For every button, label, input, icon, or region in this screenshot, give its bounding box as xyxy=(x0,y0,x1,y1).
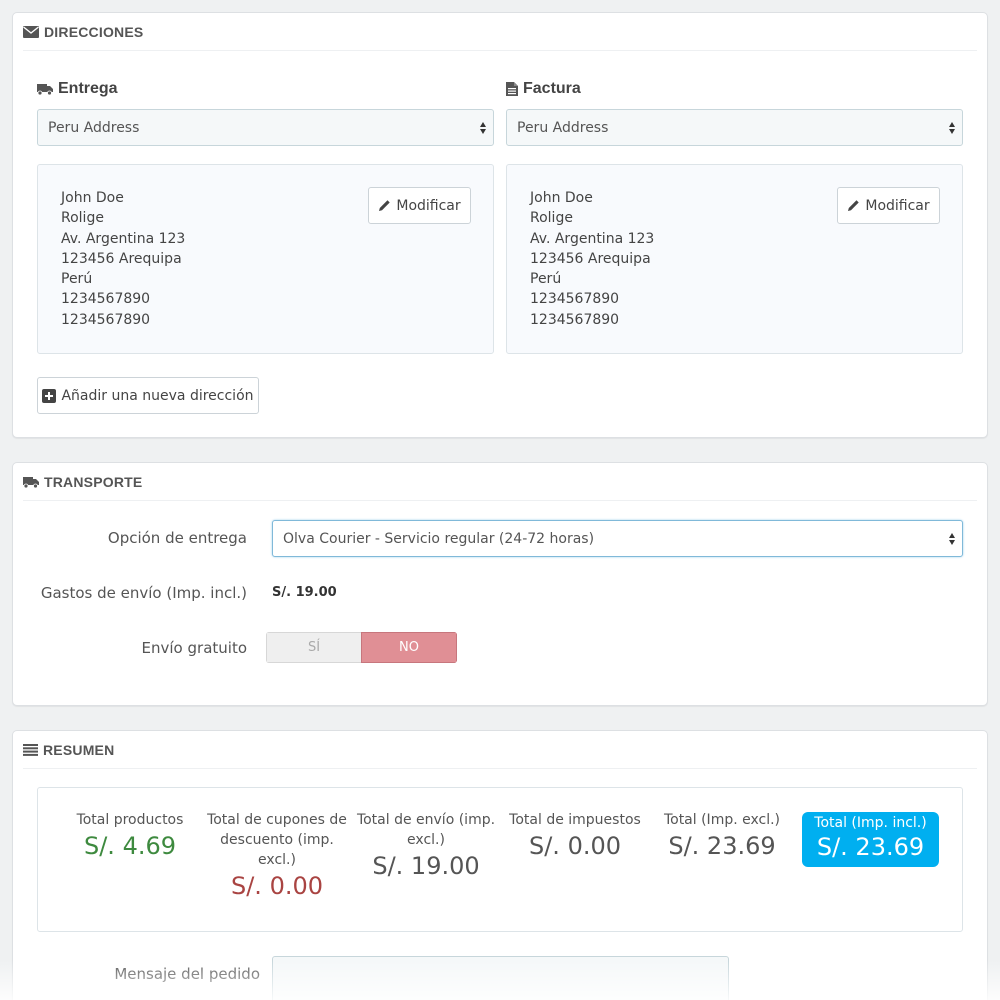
envelope-icon xyxy=(23,25,39,38)
free-shipping-yes[interactable]: SÍ xyxy=(266,632,361,663)
select-arrows-icon xyxy=(480,121,486,134)
invoice-address-box: John Doe Rolige Av. Argentina 123 123456 Ar… xyxy=(506,164,963,354)
delivery-line: Av. Argentina 123 xyxy=(61,230,186,247)
free-shipping-label: Envío gratuito xyxy=(141,639,247,657)
transport-panel: TRANSPORTE Opción de entrega Olva Courie… xyxy=(12,462,988,706)
invoice-edit-button[interactable]: Modificar xyxy=(837,187,940,224)
delivery-line: John Doe xyxy=(61,190,124,206)
free-shipping-toggle[interactable]: SÍ NO xyxy=(266,632,457,663)
stat-total-products: Total productos S/. 4.69 xyxy=(76,812,184,860)
delivery-address-select[interactable]: Peru Address xyxy=(37,109,494,146)
stat-total-incl: Total (Imp. incl.) S/. 23.69 xyxy=(802,812,939,867)
invoice-address-select[interactable]: Peru Address xyxy=(506,109,963,146)
delivery-address-box: John Doe Rolige Av. Argentina 123 123456 Ar… xyxy=(37,164,494,354)
invoice-line: John Doe xyxy=(530,190,593,206)
truck-icon xyxy=(37,84,53,95)
pencil-icon xyxy=(379,200,391,211)
invoice-title: Factura xyxy=(506,80,581,98)
addresses-title: DIRECCIONES xyxy=(44,23,144,40)
summary-totals-box: Total productos S/. 4.69 Total de cupone… xyxy=(37,787,963,932)
transport-title: TRANSPORTE xyxy=(44,473,143,490)
invoice-address-lines: John Doe Rolige Av. Argentina 123 123456 Ar… xyxy=(530,188,654,330)
stat-total-discounts: Total de cupones de descuento (imp. excl… xyxy=(207,812,347,900)
stat-total-taxes: Total de impuestos S/. 0.00 xyxy=(509,812,641,860)
delivery-line: 1234567890 xyxy=(61,311,151,328)
stat-total-shipping: Total de envío (imp. excl.) S/. 19.00 xyxy=(356,812,496,880)
file-icon xyxy=(506,82,518,96)
invoice-line: Av. Argentina 123 xyxy=(530,230,655,247)
addresses-panel: DIRECCIONES Entrega Peru Address John Do… xyxy=(12,12,988,438)
delivery-edit-button[interactable]: Modificar xyxy=(368,187,471,224)
summary-heading: RESUMEN xyxy=(23,731,977,769)
free-shipping-no[interactable]: NO xyxy=(361,632,457,663)
select-arrows-icon xyxy=(949,532,955,545)
shipping-cost-label: Gastos de envío (Imp. incl.) xyxy=(40,584,247,602)
summary-title: RESUMEN xyxy=(43,741,115,758)
pencil-icon xyxy=(848,200,860,211)
delivery-line: 1234567890 xyxy=(61,291,151,308)
invoice-line: 1234567890 xyxy=(530,311,620,328)
invoice-line: 123456 Arequipa xyxy=(530,250,651,267)
list-icon xyxy=(23,743,38,756)
delivery-line: 123456 Arequipa xyxy=(61,250,182,267)
select-arrows-icon xyxy=(949,121,955,134)
addresses-heading: DIRECCIONES xyxy=(23,13,977,51)
transport-heading: TRANSPORTE xyxy=(23,463,977,501)
delivery-option-select[interactable]: Olva Courier - Servicio regular (24-72 h… xyxy=(272,520,963,557)
delivery-title: Entrega xyxy=(37,80,118,98)
invoice-line: 1234567890 xyxy=(530,291,620,308)
delivery-option-label: Opción de entrega xyxy=(107,529,247,547)
summary-panel: RESUMEN Total productos S/. 4.69 Total d… xyxy=(12,730,988,1000)
truck-icon xyxy=(23,476,39,488)
plus-square-icon xyxy=(42,388,57,403)
order-message-label: Mensaje del pedido xyxy=(114,965,260,983)
invoice-line: Perú xyxy=(530,271,562,288)
delivery-address-lines: John Doe Rolige Av. Argentina 123 123456 Ar… xyxy=(61,188,185,330)
invoice-line: Rolige xyxy=(530,210,573,227)
delivery-line: Perú xyxy=(61,271,93,288)
shipping-cost-value: S/. 19.00 xyxy=(272,585,337,600)
order-message-input[interactable] xyxy=(272,956,729,1000)
stat-total-excl: Total (Imp. excl.) S/. 23.69 xyxy=(663,812,781,860)
delivery-line: Rolige xyxy=(61,210,104,227)
add-address-button[interactable]: Añadir una nueva dirección xyxy=(37,377,259,414)
